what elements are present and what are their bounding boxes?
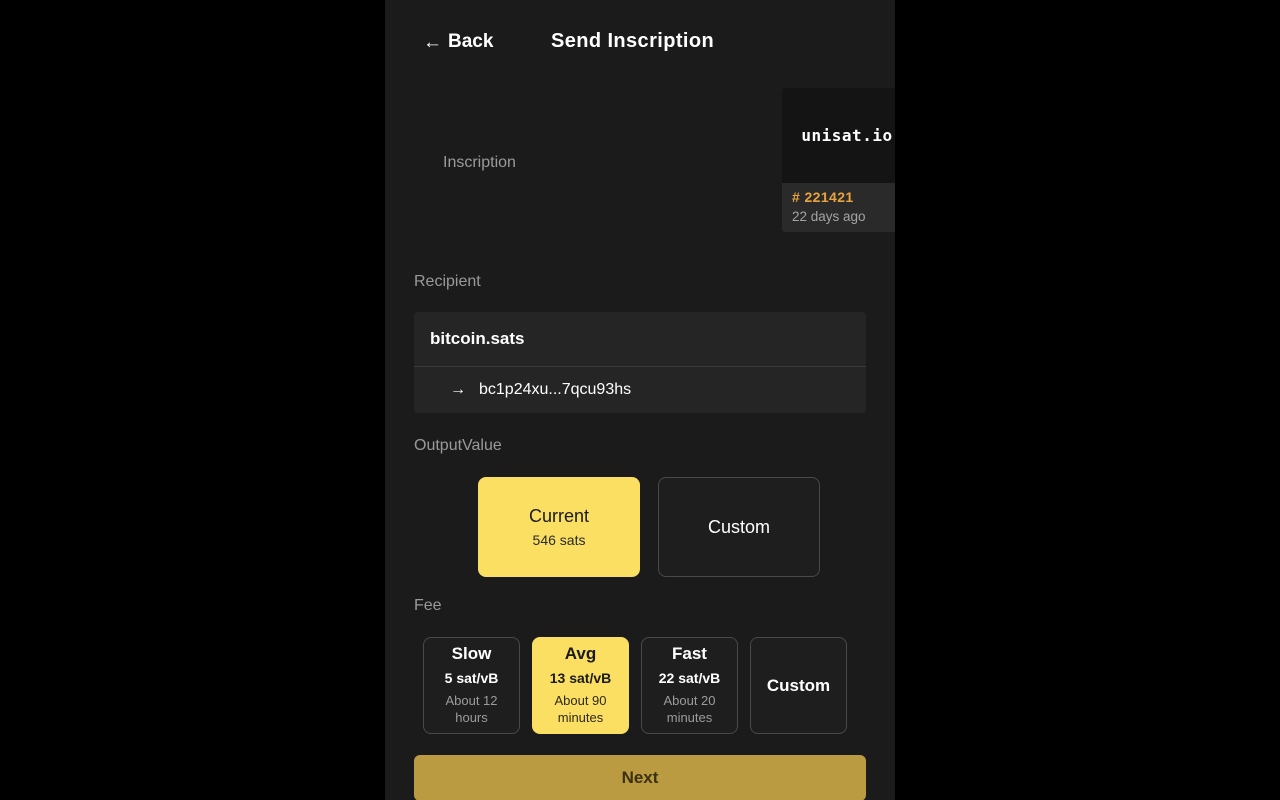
output-value-option-custom[interactable]: Custom — [658, 477, 820, 577]
arrow-right-icon: → — [450, 381, 466, 398]
page-header: ← Back Send Inscription — [385, 0, 895, 88]
back-button[interactable]: ← Back — [423, 31, 493, 53]
output-value-option-title: Current — [528, 506, 590, 526]
fee-option-fast[interactable]: Fast 22 sat/vB About 20 minutes — [641, 637, 738, 734]
fee-option-time: About 20 minutes — [663, 693, 716, 725]
fee-option-rate: 5 sat/vB — [444, 670, 499, 687]
inscription-meta: # 221421 22 days ago — [782, 183, 895, 232]
recipient-address: bc1p24xu...7qcu93hs — [479, 381, 632, 398]
output-value-option-current[interactable]: Current 546 sats — [478, 477, 640, 577]
inscription-section: Inscription unisat.io # 221421 22 days a… — [385, 88, 895, 273]
arrow-left-icon: ← — [423, 31, 442, 53]
fee-option-name: Slow — [451, 644, 492, 664]
output-value-option-title: Custom — [707, 516, 770, 537]
fee-option-time: About 12 hours — [445, 693, 498, 725]
fee-option-name: Fast — [672, 644, 707, 664]
output-value-option-subtitle: 546 sats — [532, 532, 586, 548]
fee-option-time: About 90 minutes — [554, 693, 607, 725]
screen-root: ← Back Send Inscription Inscription unis… — [0, 0, 1280, 800]
inscription-preview-text: unisat.io — [801, 126, 893, 145]
fee-option-rate: 13 sat/vB — [549, 670, 612, 687]
fee-option-slow[interactable]: Slow 5 sat/vB About 12 hours — [423, 637, 520, 734]
inscription-card[interactable]: unisat.io # 221421 22 days ago — [782, 88, 895, 232]
recipient-label: Recipient — [414, 273, 481, 290]
output-value-section: OutputValue Current 546 sats Custom — [385, 437, 895, 577]
submit-section: Next — [385, 755, 895, 800]
recipient-section: Recipient bitcoin.sats → bc1p24xu...7qcu… — [385, 273, 895, 413]
fee-option-rate: 22 sat/vB — [658, 670, 721, 687]
inscription-age: 22 days ago — [792, 209, 866, 224]
output-value-label: OutputValue — [414, 437, 502, 454]
page-title: Send Inscription — [551, 30, 715, 52]
inscription-number: # 221421 — [792, 189, 854, 205]
fee-option-name: Avg — [564, 644, 597, 664]
app-panel: ← Back Send Inscription Inscription unis… — [385, 0, 895, 800]
fee-option-custom[interactable]: Custom — [750, 637, 847, 734]
fee-option-avg[interactable]: Avg 13 sat/vB About 90 minutes — [532, 637, 629, 734]
fee-options: Slow 5 sat/vB About 12 hours Avg 13 sat/… — [385, 637, 895, 734]
recipient-name: bitcoin.sats — [430, 329, 525, 348]
inscription-preview: unisat.io — [782, 88, 895, 183]
recipient-input[interactable]: bitcoin.sats → bc1p24xu...7qcu93hs — [414, 312, 866, 413]
fee-option-name: Custom — [766, 675, 831, 695]
back-button-label: Back — [448, 31, 494, 52]
inscription-label: Inscription — [443, 154, 516, 171]
recipient-address-row: → bc1p24xu...7qcu93hs — [414, 367, 866, 413]
output-value-options: Current 546 sats Custom — [385, 477, 895, 577]
fee-label: Fee — [414, 597, 442, 614]
fee-section: Fee Slow 5 sat/vB About 12 hours Avg 13 … — [385, 597, 895, 734]
submit-button[interactable]: Next — [414, 755, 866, 800]
